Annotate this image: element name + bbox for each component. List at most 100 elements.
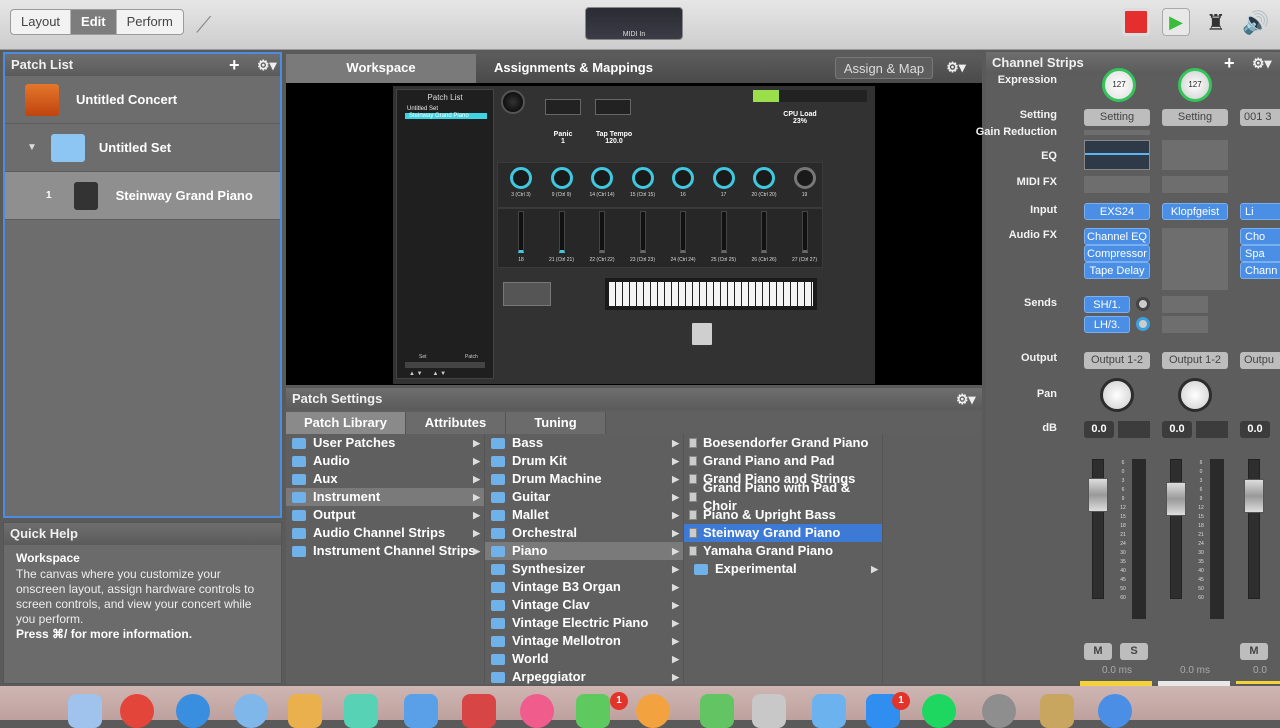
audio-fx-slot-1b[interactable]: Compressor bbox=[1084, 245, 1150, 262]
volume-fader-cap-1[interactable] bbox=[1088, 478, 1108, 512]
layout-mode-button[interactable]: Layout bbox=[11, 10, 72, 34]
midi-fx-slot-1[interactable] bbox=[1084, 176, 1150, 193]
fader-track[interactable] bbox=[558, 211, 565, 253]
keyboard-keys[interactable] bbox=[609, 282, 813, 306]
chrome-icon[interactable] bbox=[120, 694, 154, 728]
fader-track[interactable] bbox=[518, 211, 524, 253]
notes-icon[interactable] bbox=[404, 694, 438, 728]
workspace-fader[interactable]: 24 (Ctrl 24) bbox=[664, 211, 702, 263]
tab-assignments-mappings[interactable]: Assignments & Mappings bbox=[476, 54, 671, 83]
system-preferences-icon[interactable] bbox=[982, 694, 1016, 728]
itunes-icon[interactable] bbox=[520, 694, 554, 728]
knob-dial[interactable] bbox=[793, 167, 816, 189]
send-slot-2b[interactable] bbox=[1162, 316, 1208, 333]
eq-thumbnail-1[interactable] bbox=[1084, 140, 1150, 170]
mute-button-3[interactable]: M bbox=[1240, 643, 1268, 660]
pitch-mod-wheels[interactable] bbox=[503, 282, 551, 306]
pan-knob-2[interactable] bbox=[1178, 378, 1212, 412]
subcategory-item[interactable]: Drum Machine ▶ bbox=[485, 470, 683, 488]
experimental-folder-item[interactable]: Experimental ▶ bbox=[684, 560, 882, 578]
mute-button-1[interactable]: M bbox=[1084, 643, 1112, 660]
spotify-icon[interactable] bbox=[922, 694, 956, 728]
tab-attributes[interactable]: Attributes bbox=[406, 412, 506, 434]
tab-patch-library[interactable]: Patch Library bbox=[286, 412, 406, 434]
knob-dial[interactable] bbox=[550, 167, 573, 189]
workspace-fader[interactable]: 22 (Ctrl 22) bbox=[583, 211, 621, 263]
send-slot-1a[interactable]: SH/1. bbox=[1084, 296, 1130, 313]
add-channel-strip-icon[interactable]: + bbox=[1224, 52, 1235, 74]
send-knob-1a[interactable] bbox=[1136, 297, 1150, 311]
audio-fx-slot-1c[interactable]: Tape Delay bbox=[1084, 262, 1150, 279]
category-item[interactable]: Audio ▶ bbox=[286, 452, 484, 470]
set-patch-buttons[interactable] bbox=[405, 362, 485, 368]
knob-dial[interactable] bbox=[510, 167, 532, 189]
subcategory-item[interactable]: Vintage Clav ▶ bbox=[485, 596, 683, 614]
numbers-icon[interactable] bbox=[700, 694, 734, 728]
knob-dial[interactable] bbox=[631, 167, 654, 189]
knob-dial[interactable] bbox=[672, 167, 694, 189]
patch-row[interactable]: 1 Steinway Grand Piano bbox=[5, 172, 280, 220]
fader-track[interactable] bbox=[801, 211, 808, 253]
midi-fx-slot-2[interactable] bbox=[1162, 176, 1228, 193]
set-row[interactable]: ▼ Untitled Set bbox=[5, 124, 280, 172]
input-slot-2[interactable]: Klopfgeist bbox=[1162, 203, 1228, 220]
tuner-icon[interactable]: ⟋ bbox=[196, 12, 211, 38]
subcategory-item[interactable]: Guitar ▶ bbox=[485, 488, 683, 506]
audio-fx-slot-3c[interactable]: Chann bbox=[1240, 262, 1280, 279]
photos-icon[interactable] bbox=[636, 694, 670, 728]
patch-list-gear-icon[interactable]: ⚙▾ bbox=[257, 54, 277, 76]
set-patch-arrows-icon[interactable]: ▲ ▼ ▲ ▼ bbox=[409, 371, 446, 377]
workspace-knob[interactable]: 9 (Ctrl 9) bbox=[543, 167, 581, 198]
fader-track[interactable] bbox=[761, 211, 767, 253]
setting-button-2[interactable]: Setting bbox=[1162, 109, 1228, 126]
expression-knob-1[interactable]: 127 bbox=[1102, 68, 1136, 102]
eq-thumbnail-2[interactable] bbox=[1162, 140, 1228, 170]
subcategory-item[interactable]: Orchestral ▶ bbox=[485, 524, 683, 542]
downloads-icon[interactable] bbox=[1098, 694, 1132, 728]
sustain-pedal-icon[interactable] bbox=[689, 320, 715, 348]
workspace-knob[interactable]: 20 (Ctrl 20) bbox=[745, 167, 783, 198]
subcategory-item[interactable]: Mallet ▶ bbox=[485, 506, 683, 524]
mainstage-icon[interactable] bbox=[1040, 694, 1074, 728]
workspace-fader[interactable]: 23 (Ctrl 23) bbox=[624, 211, 662, 263]
finder-icon[interactable] bbox=[68, 694, 102, 728]
knob-dial[interactable] bbox=[591, 167, 613, 189]
safari-icon[interactable] bbox=[176, 694, 210, 728]
inner-patch-list[interactable]: Patch List Untitled Set Steinway Grand P… bbox=[396, 89, 494, 379]
send-knob-1b[interactable] bbox=[1136, 317, 1150, 331]
panic-button[interactable] bbox=[545, 99, 581, 115]
subcategory-item[interactable]: Piano ▶ bbox=[485, 542, 683, 560]
disclosure-triangle-icon[interactable]: ▼ bbox=[27, 142, 37, 153]
workspace-knob[interactable]: 14 (Ctrl 14) bbox=[583, 167, 621, 198]
volume-fader-track-2[interactable] bbox=[1170, 459, 1182, 599]
launchpad-icon[interactable] bbox=[752, 694, 786, 728]
assign-map-button[interactable]: Assign & Map bbox=[835, 57, 933, 79]
category-item[interactable]: User Patches ▶ bbox=[286, 434, 484, 452]
workspace-knob[interactable]: 17 bbox=[705, 167, 743, 198]
keynote-icon[interactable] bbox=[812, 694, 846, 728]
workspace-knob[interactable]: 19 bbox=[786, 167, 824, 198]
play-icon[interactable]: ▶ bbox=[1162, 8, 1190, 36]
app-store-icon[interactable]: 1 bbox=[866, 692, 910, 728]
workspace-fader[interactable]: 27 (Ctrl 27) bbox=[786, 211, 824, 263]
app-icon-red[interactable] bbox=[462, 694, 496, 728]
subcategory-item[interactable]: Arpeggiator ▶ bbox=[485, 668, 683, 686]
output-slot-3[interactable]: Outpu bbox=[1240, 352, 1280, 369]
facetime-icon[interactable]: 1 bbox=[576, 692, 628, 728]
speaker-icon[interactable]: 🔊 bbox=[1242, 10, 1269, 36]
subcategory-item[interactable]: Bass ▶ bbox=[485, 434, 683, 452]
send-slot-2a[interactable] bbox=[1162, 296, 1208, 313]
messages-icon[interactable] bbox=[234, 694, 268, 728]
input-slot-1[interactable]: EXS24 bbox=[1084, 203, 1150, 220]
setting-button-1[interactable]: Setting bbox=[1084, 109, 1150, 126]
subcategory-item[interactable]: Vintage B3 Organ ▶ bbox=[485, 578, 683, 596]
workspace-knob[interactable]: 15 (Ctrl 15) bbox=[624, 167, 662, 198]
category-item[interactable]: Audio Channel Strips ▶ bbox=[286, 524, 484, 542]
workspace-knob[interactable]: 3 (Ctrl 3) bbox=[502, 167, 540, 198]
workspace-fader[interactable]: 18 bbox=[502, 211, 540, 263]
subcategory-item[interactable]: Drum Kit ▶ bbox=[485, 452, 683, 470]
volume-fader-cap-2[interactable] bbox=[1166, 482, 1186, 516]
workspace-fader[interactable]: 26 (Ctrl 26) bbox=[745, 211, 783, 263]
patch-item[interactable]: Steinway Grand Piano bbox=[684, 524, 882, 542]
input-slot-3[interactable]: Li bbox=[1240, 203, 1280, 220]
